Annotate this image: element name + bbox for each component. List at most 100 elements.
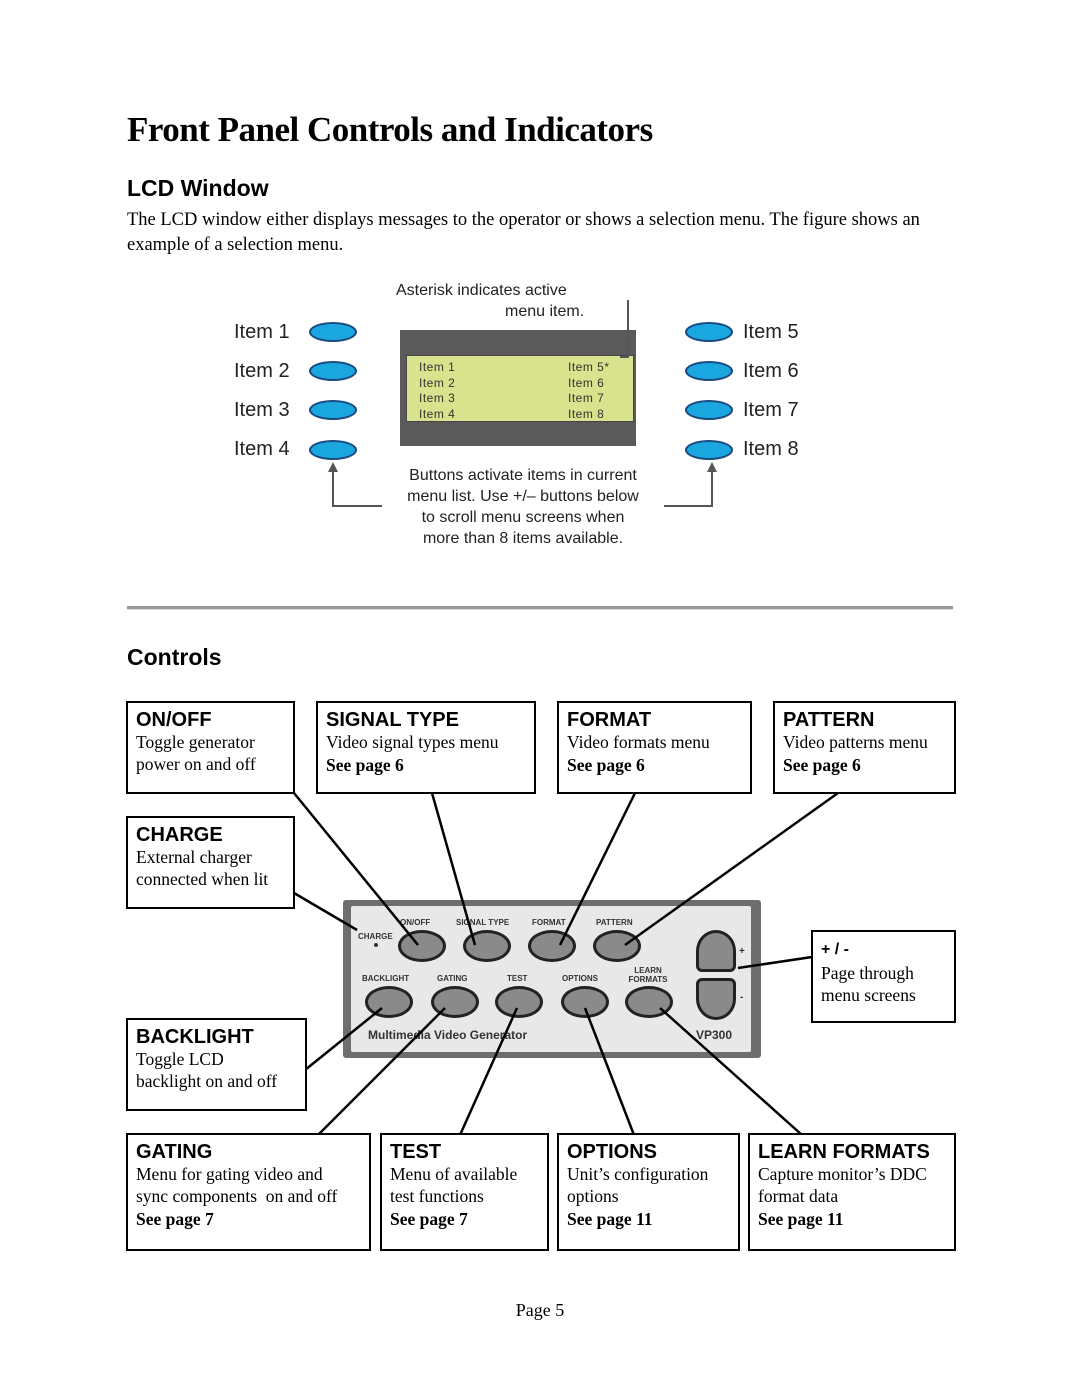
lcd-line: Item 2 bbox=[419, 375, 456, 390]
backlight-button bbox=[365, 986, 413, 1018]
minus-button bbox=[696, 978, 736, 1020]
callout-title: OPTIONS bbox=[567, 1141, 658, 1163]
controls-heading: Controls bbox=[127, 644, 222, 670]
page-title: Front Panel Controls and Indicators bbox=[127, 110, 653, 149]
plus-button bbox=[696, 930, 736, 972]
note-line: more than 8 items available. bbox=[422, 530, 624, 547]
lcd-window-heading: LCD Window bbox=[127, 175, 269, 201]
callout-title: TEST bbox=[390, 1141, 442, 1163]
callout-text: External charger bbox=[136, 847, 252, 867]
callout-title: BACKLIGHT bbox=[136, 1026, 254, 1048]
callout-gating: GATING Menu for gating video and sync co… bbox=[126, 1133, 371, 1251]
right-item-label: Item 7 bbox=[743, 399, 799, 421]
callout-text: Capture monitor’s DDC bbox=[758, 1164, 927, 1184]
asterisk-note-2: menu item. bbox=[505, 303, 585, 320]
asterisk-note: Asterisk indicates active bbox=[396, 282, 567, 299]
note-line: Buttons activate items in current bbox=[409, 467, 637, 484]
item-6-button bbox=[685, 361, 733, 381]
callout-page-ref: See page 6 bbox=[326, 755, 404, 775]
callout-text: Menu of available bbox=[390, 1164, 518, 1184]
callout-page-ref: See page 6 bbox=[567, 755, 645, 775]
signal-type-button bbox=[463, 930, 511, 962]
left-item-label: Item 4 bbox=[234, 438, 290, 460]
callout-text: power on and off bbox=[136, 754, 256, 774]
callout-page-ref: See page 11 bbox=[758, 1209, 844, 1229]
lcd-right-column: Item 5* Item 6 Item 7 Item 8 bbox=[568, 360, 610, 422]
callout-text: Toggle LCD bbox=[136, 1049, 224, 1069]
callout-text: options bbox=[567, 1186, 619, 1206]
lcd-line: Item 1 bbox=[419, 360, 456, 374]
callout-page-ref: See page 6 bbox=[783, 755, 861, 775]
lcd-left-column: Item 1 Item 2 Item 3 Item 4 bbox=[419, 360, 455, 422]
format-button bbox=[528, 930, 576, 962]
gating-panel-label: GATING bbox=[437, 974, 468, 983]
callout-title: ON/OFF bbox=[136, 709, 212, 731]
note-line: to scroll menu screens when bbox=[421, 509, 625, 526]
lcd-line: Item 7 bbox=[568, 391, 605, 405]
format-panel-label: FORMAT bbox=[532, 918, 566, 927]
callout-text: Page through bbox=[821, 963, 914, 983]
item-7-button bbox=[685, 400, 733, 420]
learn-formats-panel-label: LEARN FORMATS bbox=[628, 966, 668, 984]
callout-text: Unit’s configuration bbox=[567, 1164, 709, 1184]
callout-text: format data bbox=[758, 1186, 839, 1206]
lcd-line: Item 8 bbox=[568, 406, 605, 421]
left-item-label: Item 2 bbox=[234, 360, 290, 382]
item-3-button bbox=[309, 400, 357, 420]
callout-title: FORMAT bbox=[567, 709, 652, 731]
callout-title: + / - bbox=[821, 941, 850, 958]
callout-text: backlight on and off bbox=[136, 1071, 278, 1091]
learn-formats-button bbox=[625, 986, 673, 1018]
callout-text: Menu for gating video and bbox=[136, 1164, 323, 1184]
plus-label: + bbox=[739, 946, 745, 957]
callout-test: TEST Menu of available test functions Se… bbox=[380, 1133, 549, 1251]
arrow-left-bracket bbox=[332, 470, 382, 507]
left-item-label: Item 3 bbox=[234, 399, 290, 421]
callout-title: CHARGE bbox=[136, 824, 223, 846]
model-name: VP300 bbox=[696, 1028, 733, 1042]
callout-page-ref: See page 11 bbox=[567, 1209, 653, 1229]
backlight-panel-label: BACKLIGHT bbox=[362, 974, 410, 983]
item-2-button bbox=[309, 361, 357, 381]
item-5-button bbox=[685, 322, 733, 342]
page-number: Page 5 bbox=[515, 1300, 565, 1320]
callout-text: connected when lit bbox=[136, 869, 269, 889]
callout-text: Toggle generator bbox=[136, 732, 255, 752]
onoff-button bbox=[398, 930, 446, 962]
item-4-button bbox=[309, 440, 357, 460]
right-item-label: Item 8 bbox=[743, 438, 799, 460]
lcd-line: Item 6 bbox=[568, 375, 605, 390]
right-item-label: Item 6 bbox=[743, 360, 799, 382]
options-button bbox=[561, 986, 609, 1018]
minus-label: - bbox=[740, 992, 744, 1003]
callout-title: PATTERN bbox=[783, 709, 875, 731]
test-panel-label: TEST bbox=[507, 974, 528, 983]
callout-pattern: PATTERN Video patterns menu See page 6 bbox=[773, 701, 956, 794]
callout-text: Video formats menu bbox=[567, 732, 710, 752]
options-panel-label: OPTIONS bbox=[562, 974, 599, 983]
callout-text: Video signal types menu bbox=[326, 732, 499, 752]
callout-title: LEARN FORMATS bbox=[758, 1141, 930, 1163]
callout-text: test functions bbox=[390, 1186, 484, 1206]
callout-format: FORMAT Video formats menu See page 6 bbox=[557, 701, 752, 794]
callout-title: SIGNAL TYPE bbox=[326, 709, 459, 731]
lcd-line: Item 5* bbox=[568, 360, 610, 374]
charge-label: CHARGE bbox=[358, 932, 393, 941]
left-item-label: Item 1 bbox=[234, 321, 290, 343]
callout-page-ref: See page 7 bbox=[390, 1209, 468, 1229]
gating-button bbox=[431, 986, 479, 1018]
callout-onoff: ON/OFF Toggle generator power on and off bbox=[126, 701, 295, 794]
note-line: menu list. Use +/– buttons below bbox=[407, 488, 639, 505]
callout-backlight: BACKLIGHT Toggle LCD backlight on and of… bbox=[126, 1018, 307, 1111]
signal-type-panel-label: SIGNAL TYPE bbox=[456, 918, 510, 927]
callout-options: OPTIONS Unit’s configuration options See… bbox=[557, 1133, 740, 1251]
callout-plus-minus: + / - Page through menu screens bbox=[811, 930, 956, 1023]
charge-led bbox=[374, 943, 378, 947]
callout-page-ref: See page 7 bbox=[136, 1209, 214, 1229]
onoff-panel-label: ON/OFF bbox=[400, 918, 431, 927]
arrow-up-right-icon bbox=[707, 462, 717, 472]
right-item-label: Item 5 bbox=[743, 321, 799, 343]
pattern-button bbox=[593, 930, 641, 962]
arrow-right-bracket bbox=[664, 470, 713, 507]
callout-title: GATING bbox=[136, 1141, 213, 1163]
